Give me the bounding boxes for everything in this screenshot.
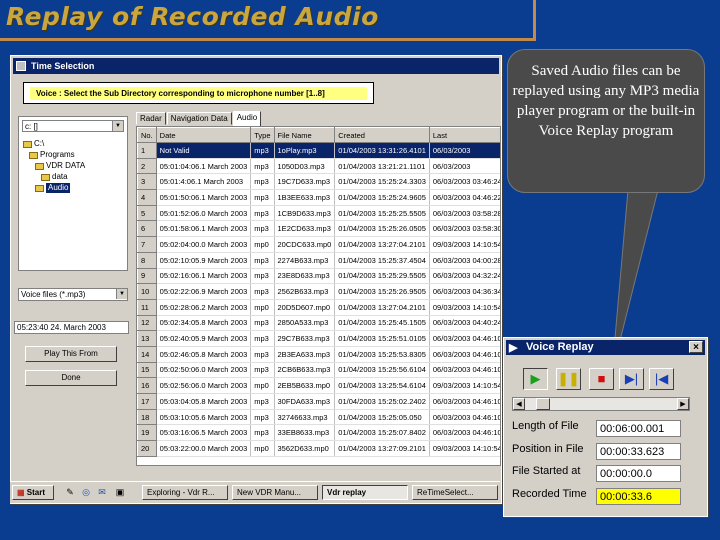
length-label: Length of File <box>512 420 579 432</box>
pause-icon: ❚❚ <box>557 371 580 386</box>
recorded-field: 00:00:33.6 <box>596 488 681 505</box>
recorded-label: Recorded Time <box>512 488 587 500</box>
voice-replay-window: ▶ Voice Replay × ▶ ❚❚ ■ ▶| |◀ ◀ ▶ Length… <box>503 337 708 517</box>
speaker-icon: ▶ <box>509 342 518 354</box>
next-icon: ▶| <box>624 371 639 386</box>
started-field: 00:00:00.0 <box>596 465 681 482</box>
next-button[interactable]: ▶| <box>619 368 644 390</box>
slider-right-arrow-icon[interactable]: ▶ <box>677 398 689 410</box>
stop-icon: ■ <box>597 371 606 386</box>
voice-replay-title: Voice Replay <box>526 341 594 353</box>
pause-button[interactable]: ❚❚ <box>556 368 581 390</box>
length-field: 00:06:00.001 <box>596 420 681 437</box>
callout-text: Saved Audio files can be replayed using … <box>512 63 700 139</box>
previous-button[interactable]: |◀ <box>649 368 674 390</box>
close-button[interactable]: × <box>689 341 703 353</box>
play-button[interactable]: ▶ <box>523 368 548 390</box>
started-label: File Started at <box>512 465 581 477</box>
slider-thumb[interactable] <box>536 398 551 410</box>
position-field: 00:00:33.623 <box>596 443 681 460</box>
voice-replay-titlebar[interactable]: ▶ Voice Replay × <box>506 340 705 355</box>
slider-left-arrow-icon[interactable]: ◀ <box>513 398 525 410</box>
stop-button[interactable]: ■ <box>589 368 614 390</box>
play-icon: ▶ <box>530 371 541 386</box>
position-label: Position in File <box>512 443 584 455</box>
position-slider[interactable]: ◀ ▶ <box>512 397 690 411</box>
previous-icon: |◀ <box>654 371 669 386</box>
